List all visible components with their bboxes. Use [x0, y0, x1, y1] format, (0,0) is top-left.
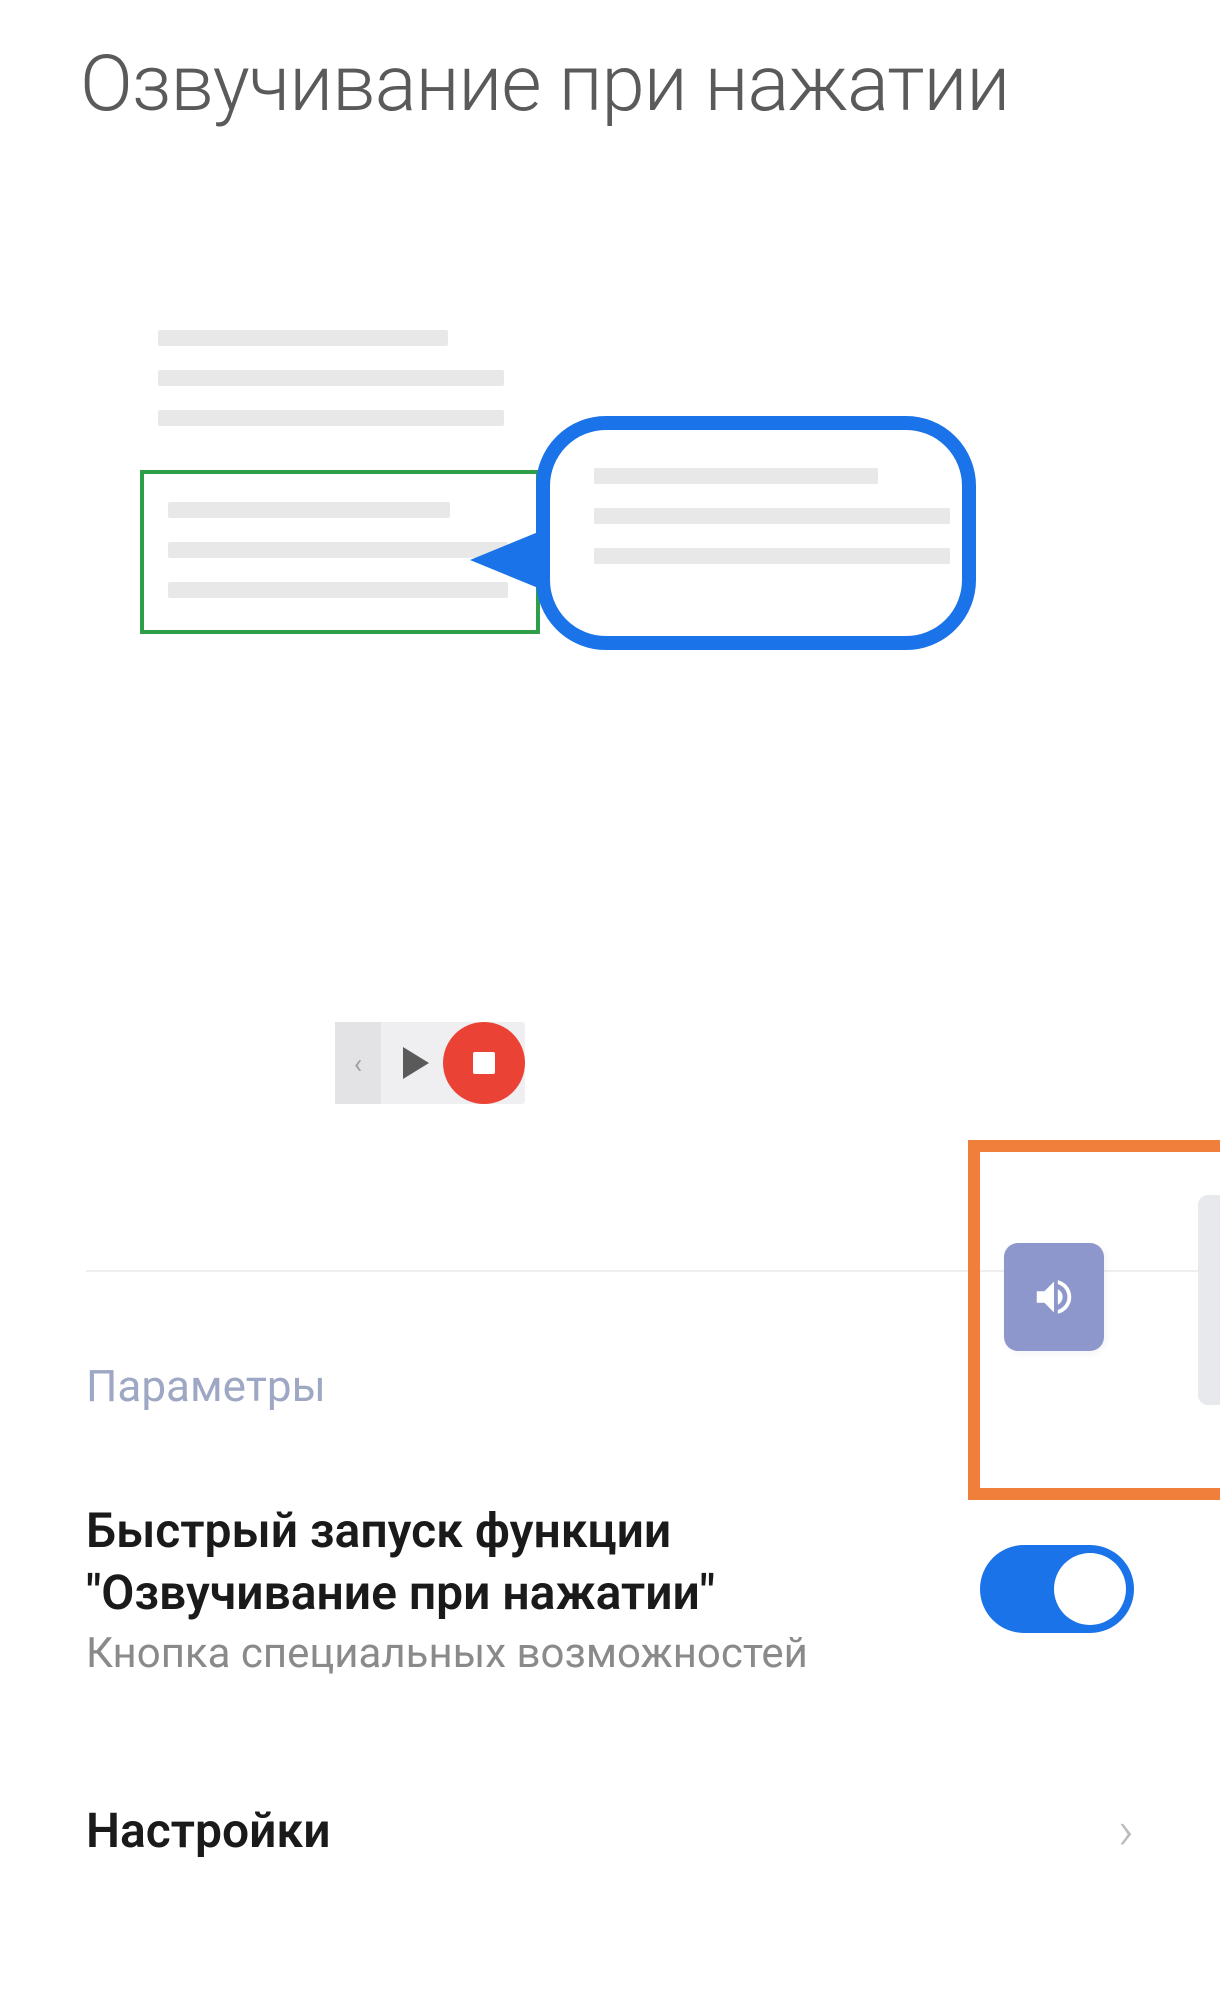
illustration [0, 330, 1220, 730]
placeholder-line [594, 468, 878, 484]
placeholder-line [168, 542, 508, 558]
illustration-speech-bubble [458, 416, 900, 650]
setting-more-settings-row[interactable]: Настройки › [86, 1800, 1134, 1863]
setting-quick-launch-subtitle: Кнопка специальных возможностей [86, 1629, 940, 1678]
chevron-right-icon: › [1118, 1800, 1134, 1863]
highlight-annotation-box [968, 1140, 1220, 1500]
setting-texts: Быстрый запуск функции "Озвучивание при … [86, 1500, 980, 1678]
toggle-knob [1054, 1553, 1126, 1625]
placeholder-line [168, 502, 450, 518]
play-button[interactable] [381, 1022, 445, 1104]
section-label-parameters: Параметры [86, 1360, 326, 1412]
setting-quick-launch-row[interactable]: Быстрый запуск функции "Озвучивание при … [86, 1500, 1134, 1678]
placeholder-line [158, 410, 504, 426]
placeholder-line [158, 330, 448, 346]
page-title: Озвучивание при нажатии [0, 0, 1220, 130]
chevron-left-icon: ‹ [354, 1047, 362, 1080]
placeholder-line [158, 370, 504, 386]
playback-controls: ‹ [335, 1022, 525, 1104]
setting-quick-launch-title: Быстрый запуск функции "Озвучивание при … [86, 1500, 940, 1625]
placeholder-line [168, 582, 508, 598]
placeholder-line [594, 508, 950, 524]
bubble-body [536, 416, 976, 650]
placeholder-line [594, 548, 950, 564]
stop-button[interactable] [443, 1022, 525, 1104]
previous-button[interactable]: ‹ [335, 1022, 381, 1104]
stop-icon [473, 1052, 495, 1074]
quick-launch-toggle[interactable] [980, 1545, 1134, 1633]
illustration-text-top [158, 330, 504, 450]
setting-more-label: Настройки [86, 1800, 331, 1862]
play-icon [403, 1047, 429, 1079]
